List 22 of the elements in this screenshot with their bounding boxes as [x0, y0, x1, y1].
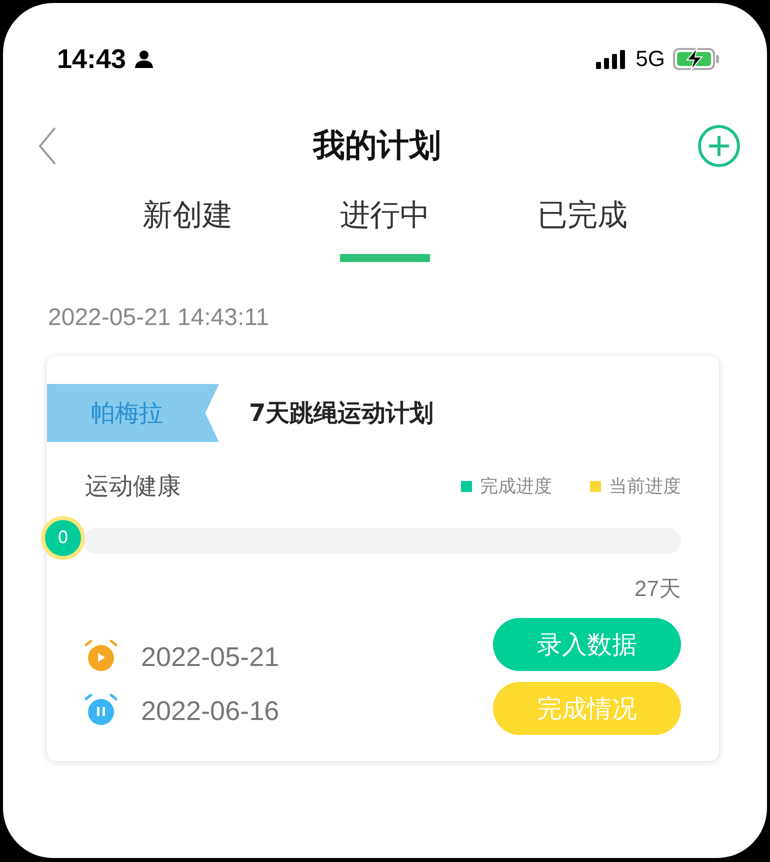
plus-circle-icon: [697, 124, 741, 168]
add-button[interactable]: [697, 124, 741, 168]
network-label: 5G: [636, 46, 665, 72]
person-icon: [134, 49, 154, 69]
tab[interactable]: 已完成: [537, 185, 628, 262]
signal-icon: [596, 49, 628, 69]
category-label: 运动健康: [85, 471, 181, 502]
battery-icon: [673, 47, 721, 71]
status-time: 14:43: [57, 44, 126, 74]
date-label: 2022-06-16: [141, 696, 280, 726]
owner-ribbon: 帕梅拉: [47, 384, 219, 442]
duration-label: 27天: [634, 575, 682, 603]
progress-thumb: 0: [41, 516, 85, 560]
tab[interactable]: 新创建: [142, 185, 233, 262]
timestamp: 2022-05-21 14:43:11: [48, 304, 270, 332]
legend-label: 当前进度: [609, 475, 681, 498]
legend-label: 完成进度: [480, 475, 552, 498]
page-title: 我的计划: [313, 125, 441, 166]
date-label: 2022-05-21: [141, 642, 280, 672]
chevron-left-icon: [37, 126, 57, 166]
plan-title: 7天跳绳运动计划: [249, 398, 434, 429]
back-button[interactable]: [37, 126, 57, 166]
